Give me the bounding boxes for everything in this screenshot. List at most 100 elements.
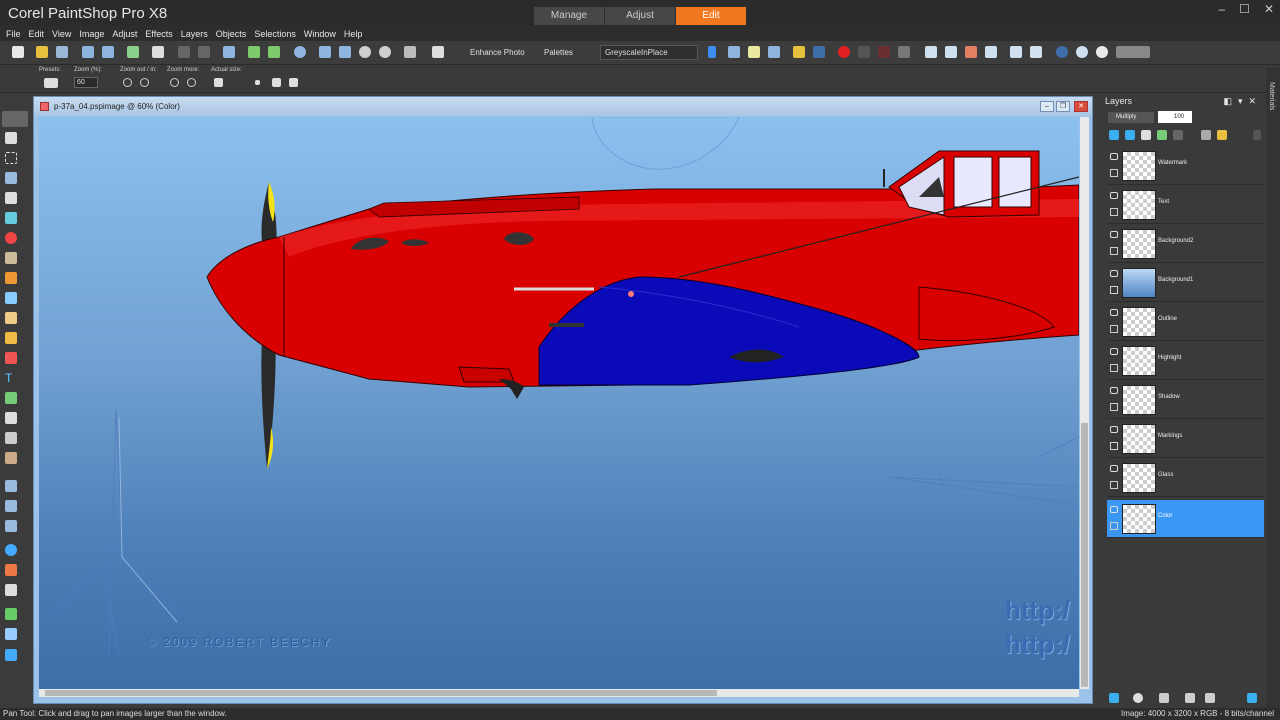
fit-image-icon[interactable]: [339, 46, 351, 58]
option-c-icon[interactable]: [289, 78, 298, 87]
menu-objects[interactable]: Objects: [216, 29, 247, 39]
menu-image[interactable]: Image: [79, 29, 104, 39]
menu-view[interactable]: View: [52, 29, 71, 39]
pan-tool-icon[interactable]: [2, 111, 28, 127]
pick-tool-icon[interactable]: [5, 132, 17, 144]
doc-close-button[interactable]: ✕: [1074, 101, 1088, 112]
enhance-photo-dropdown[interactable]: Enhance Photo: [470, 45, 525, 60]
menu-adjust[interactable]: Adjust: [112, 29, 137, 39]
vertical-scroll-thumb[interactable]: [1081, 423, 1088, 687]
pause-icon[interactable]: [858, 46, 870, 58]
lighten-darken-tool-icon[interactable]: [5, 312, 17, 324]
undo-disabled-icon[interactable]: [178, 46, 190, 58]
visibility-eye-icon[interactable]: [1110, 426, 1118, 433]
opacity-input[interactable]: 100: [1158, 111, 1192, 123]
doc-restore-button[interactable]: ❐: [1056, 101, 1070, 112]
color-changer-tool-icon[interactable]: [5, 352, 17, 364]
help-icon[interactable]: [1096, 46, 1108, 58]
straighten-tool-icon[interactable]: [5, 212, 17, 224]
layer-row-markings[interactable]: Markings: [1107, 420, 1264, 458]
paint-tool-icon[interactable]: [5, 564, 17, 576]
layer-effects-icon[interactable]: [1159, 693, 1169, 703]
run-script-icon[interactable]: [708, 46, 716, 58]
learning-center-icon[interactable]: [1056, 46, 1068, 58]
new-file-icon[interactable]: [12, 46, 24, 58]
image-canvas[interactable]: © 2009 ROBERT BEECHY http:/ http:/: [39, 117, 1079, 689]
text-tool-icon[interactable]: T: [5, 372, 17, 384]
selection-tool-icon[interactable]: [5, 152, 17, 164]
close-button[interactable]: ✕: [1264, 2, 1274, 16]
save-recording-icon[interactable]: [898, 46, 910, 58]
layer-group-icon[interactable]: [1157, 130, 1167, 140]
scratch-remover-tool-icon[interactable]: [5, 649, 17, 661]
layer-row-shadow[interactable]: Shadow: [1107, 381, 1264, 419]
materials-toggle-icon[interactable]: [945, 46, 957, 58]
zoom-out-icon[interactable]: [123, 78, 132, 87]
tab-edit[interactable]: Edit: [676, 7, 747, 25]
layer-brush-icon[interactable]: [1141, 130, 1151, 140]
zoom-input[interactable]: 60: [74, 77, 98, 88]
palettes-dropdown[interactable]: Palettes: [544, 45, 573, 60]
layer-row-glass[interactable]: Glass: [1107, 459, 1264, 497]
zoom-in-icon[interactable]: [379, 46, 391, 58]
visibility-eye-icon[interactable]: [1110, 192, 1118, 199]
menu-file[interactable]: File: [6, 29, 21, 39]
layer-mask-icon[interactable]: [1125, 130, 1135, 140]
horizontal-scrollbar[interactable]: [39, 689, 1079, 697]
toolbar-extra-icon[interactable]: [1116, 46, 1150, 58]
browse-icon[interactable]: [56, 46, 68, 58]
info-icon[interactable]: [294, 46, 306, 58]
layer-options-icon[interactable]: [1253, 130, 1261, 140]
redo-icon[interactable]: [268, 46, 280, 58]
mixer-icon[interactable]: [1030, 46, 1042, 58]
minimize-button[interactable]: –: [1218, 2, 1225, 16]
properties-icon[interactable]: [404, 46, 416, 58]
object-remover-tool-icon[interactable]: [5, 628, 17, 640]
layer-adjust-icon[interactable]: [1173, 130, 1183, 140]
hand-preset-icon[interactable]: [44, 78, 58, 88]
menu-edit[interactable]: Edit: [29, 29, 45, 39]
organizer-icon[interactable]: [1076, 46, 1088, 58]
overview-icon[interactable]: [985, 46, 997, 58]
undo-icon[interactable]: [248, 46, 260, 58]
tab-manage[interactable]: Manage: [534, 7, 605, 25]
materials-side-panel[interactable]: Materials: [1266, 68, 1280, 710]
warp-tool-icon[interactable]: [5, 432, 17, 444]
menu-window[interactable]: Window: [304, 29, 336, 39]
picture-tube-tool-icon[interactable]: [5, 500, 17, 512]
share-icon[interactable]: [127, 46, 139, 58]
smudge-tool-icon[interactable]: [5, 332, 17, 344]
print-icon[interactable]: [152, 46, 164, 58]
doc-minimize-button[interactable]: –: [1040, 101, 1054, 112]
actual-size-icon[interactable]: [214, 78, 223, 87]
save-icon[interactable]: [82, 46, 94, 58]
layer-properties-icon[interactable]: [1247, 693, 1257, 703]
pen-tool-icon[interactable]: [5, 412, 17, 424]
menu-layers[interactable]: Layers: [181, 29, 208, 39]
menu-selections[interactable]: Selections: [254, 29, 296, 39]
duplicate-layer-icon[interactable]: [1185, 693, 1195, 703]
script-save-icon[interactable]: [813, 46, 825, 58]
layer-row-text[interactable]: Text: [1107, 186, 1264, 224]
script-output-icon[interactable]: [768, 46, 780, 58]
tab-adjust[interactable]: Adjust: [605, 7, 676, 25]
menu-effects[interactable]: Effects: [145, 29, 172, 39]
option-a-icon[interactable]: [255, 80, 260, 85]
red-eye-tool-icon[interactable]: [5, 232, 17, 244]
visibility-eye-icon[interactable]: [1110, 231, 1118, 238]
menu-help[interactable]: Help: [344, 29, 363, 39]
shape-tool-icon[interactable]: [5, 392, 17, 404]
vertical-scrollbar[interactable]: [1080, 117, 1089, 689]
open-folder-icon[interactable]: [36, 46, 48, 58]
save-as-icon[interactable]: [102, 46, 114, 58]
delete-layer-icon[interactable]: [1205, 693, 1215, 703]
script-select[interactable]: GreyscaleInPlace: [600, 45, 698, 60]
dropper-tool-icon[interactable]: [5, 172, 17, 184]
visibility-eye-icon[interactable]: [1110, 387, 1118, 394]
script-edit-icon[interactable]: [748, 46, 760, 58]
redo-disabled-icon[interactable]: [198, 46, 210, 58]
visibility-eye-icon[interactable]: [1110, 270, 1118, 277]
visibility-eye-icon[interactable]: [1110, 309, 1118, 316]
option-b-icon[interactable]: [272, 78, 281, 87]
makeover-tool-icon[interactable]: [5, 252, 17, 264]
